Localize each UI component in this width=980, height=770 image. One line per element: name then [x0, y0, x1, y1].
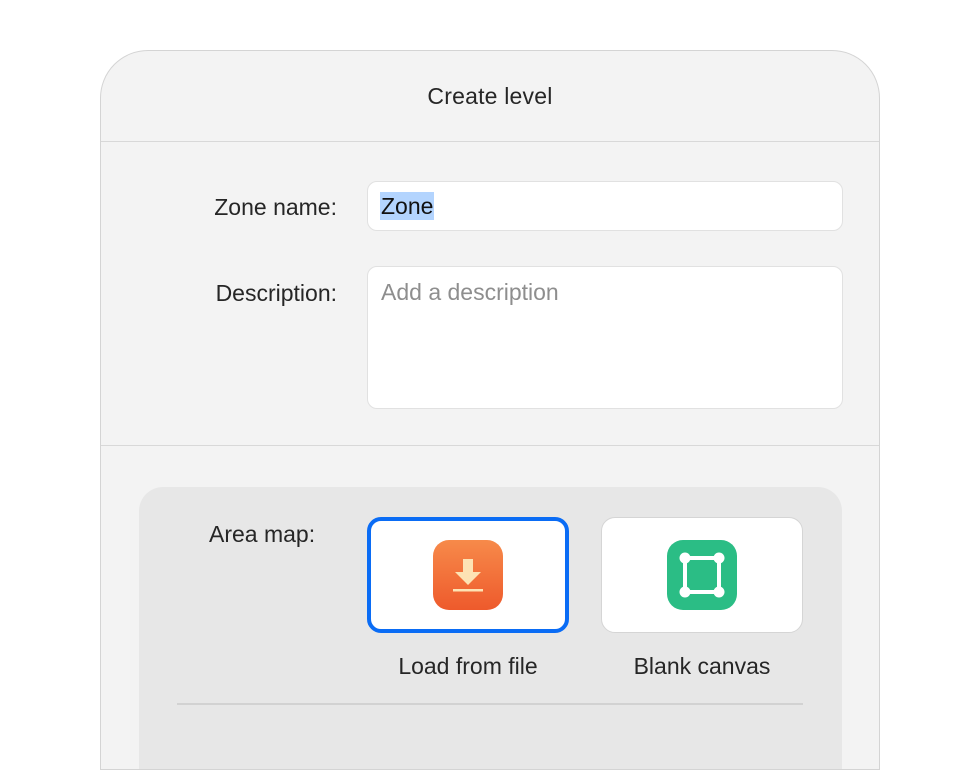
zone-name-input[interactable]: Zone — [367, 181, 843, 231]
download-icon — [433, 540, 503, 610]
area-map-panel: Area map: Load from file Blank canvas — [139, 487, 842, 769]
dialog-title-bar: Create level — [101, 51, 879, 142]
zone-name-value: Zone — [380, 192, 435, 220]
create-level-dialog: Create level Zone name: Zone Description… — [100, 50, 880, 770]
description-input[interactable]: Add a description — [367, 266, 843, 409]
zone-name-label: Zone name: — [214, 194, 337, 220]
blank-canvas-label: Blank canvas — [633, 653, 771, 679]
load-from-file-label: Load from file — [398, 653, 538, 679]
dialog-title: Create level — [427, 82, 553, 109]
blank-canvas-option[interactable] — [601, 517, 803, 633]
blank-canvas-icon — [667, 540, 737, 610]
area-map-label: Area map: — [209, 521, 316, 547]
load-from-file-option[interactable] — [367, 517, 569, 633]
description-label: Description: — [215, 280, 337, 306]
description-placeholder: Add a description — [381, 279, 559, 305]
panel-divider — [177, 703, 803, 705]
section-divider — [101, 445, 879, 446]
